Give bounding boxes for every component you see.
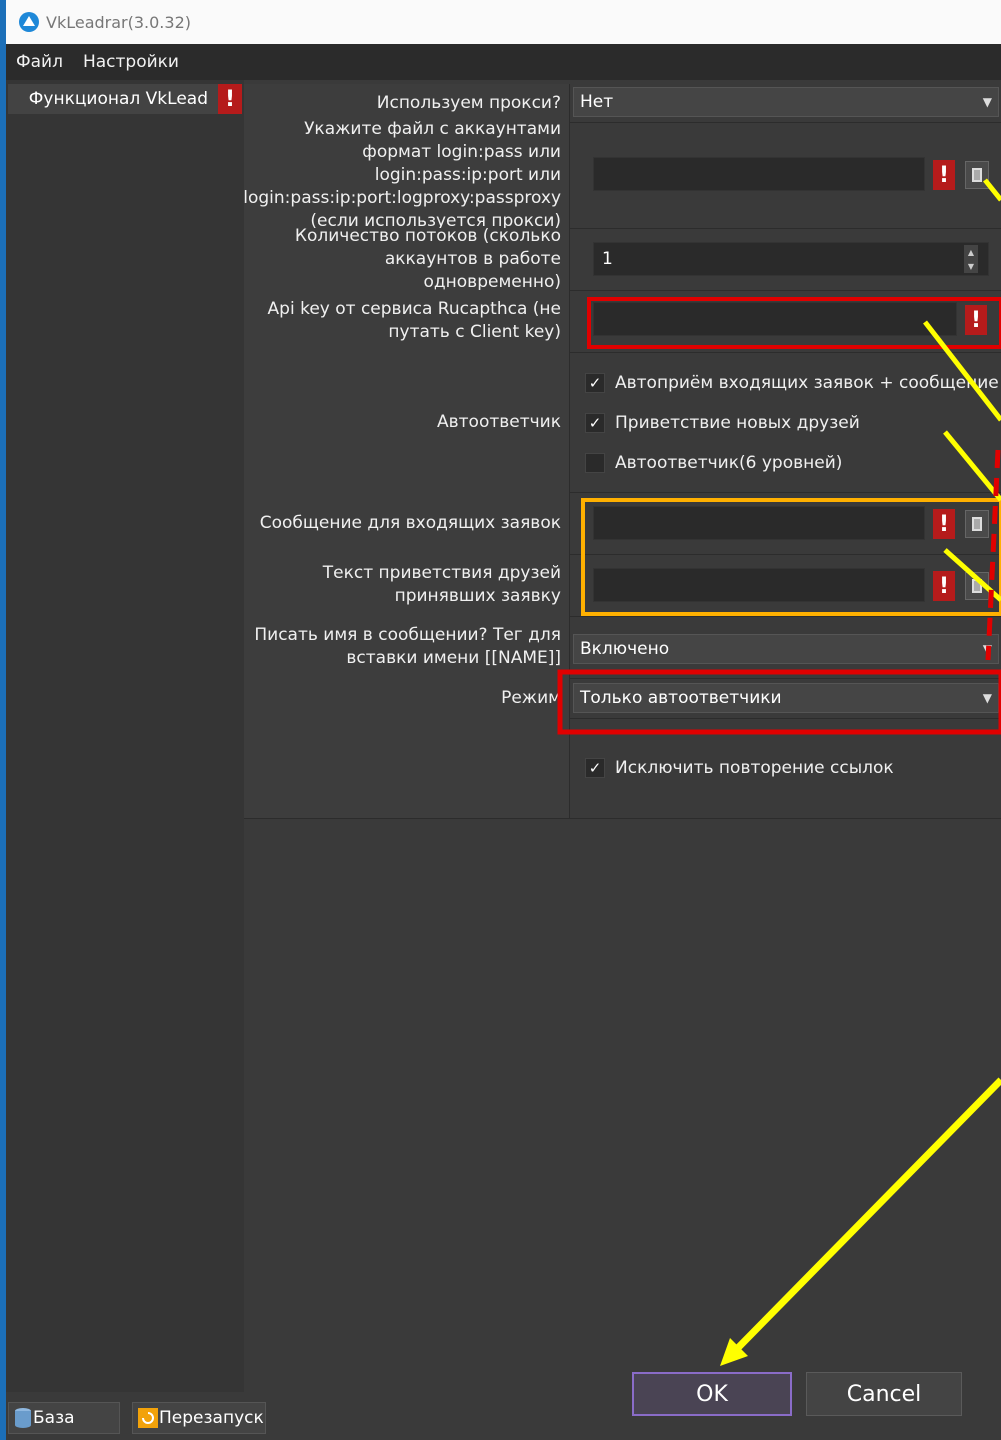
row-accounts-file: Укажите файл с аккаунтами формат login:p…: [243, 119, 1001, 231]
checkbox-exclude-links[interactable]: ✓: [585, 758, 605, 778]
row-mode: Режим Только автоответчики ▼: [244, 678, 1001, 719]
folder-icon[interactable]: [965, 510, 989, 538]
exclamation-icon: !: [933, 509, 955, 539]
restart-icon: [138, 1408, 158, 1428]
write-name-label: Писать имя в сообщении? Тег для вставки …: [244, 616, 570, 678]
left-panel: Функционал VkLead !: [6, 80, 244, 1392]
left-item-vklead[interactable]: Функционал VkLead !: [8, 84, 242, 114]
incoming-message-label: Сообщение для входящих заявок: [244, 492, 570, 554]
exclude-links-empty-label: [244, 718, 570, 818]
threads-value: 1: [602, 249, 613, 269]
menu-settings[interactable]: Настройки: [73, 52, 189, 72]
title-bar: VkLeadrar(3.0.32): [6, 0, 1001, 44]
incoming-message-input[interactable]: [593, 506, 925, 540]
exclamation-icon: !: [218, 84, 242, 114]
window-title: VkLeadrar(3.0.32): [46, 12, 191, 32]
row-api-key: Api key от сервиса Rucapthca (не путать …: [244, 290, 1001, 353]
api-key-input[interactable]: [593, 302, 957, 336]
spin-arrows-icon[interactable]: ▲ ▼: [964, 245, 978, 273]
row-greeting-text: Текст приветствия друзей принявших заявк…: [244, 554, 1001, 617]
proxy-label: Используем прокси?: [244, 84, 570, 122]
threads-label: Количество потоков (сколько аккаунтов в …: [244, 226, 570, 292]
threads-spinbox[interactable]: 1 ▲ ▼: [593, 242, 989, 276]
row-write-name: Писать имя в сообщении? Тег для вставки …: [244, 616, 1001, 679]
chevron-down-icon: ▼: [982, 691, 992, 705]
exclamation-icon: !: [933, 571, 955, 601]
exclamation-icon: !: [965, 305, 987, 335]
proxy-select-value: Нет: [580, 92, 614, 112]
autoresponder-label: Автоответчик: [244, 352, 570, 492]
write-name-select-value: Включено: [580, 639, 670, 659]
option-exclude-links-label: Исключить повторение ссылок: [615, 758, 894, 778]
chevron-down-icon: ▼: [982, 642, 992, 656]
ok-button[interactable]: OK: [632, 1372, 792, 1416]
option-greet-friends-label: Приветствие новых друзей: [615, 413, 860, 433]
mode-select-value: Только автоответчики: [580, 688, 782, 708]
proxy-select[interactable]: Нет ▼: [573, 87, 999, 117]
row-autoresponder: Автоответчик ✓ Автоприём входящих заявок…: [244, 352, 1001, 493]
left-item-label: Функционал VkLead: [28, 89, 208, 109]
row-incoming-message: Сообщение для входящих заявок !: [244, 492, 1001, 555]
cancel-button[interactable]: Cancel: [806, 1372, 962, 1416]
menu-file[interactable]: Файл: [6, 52, 73, 72]
folder-icon[interactable]: [965, 161, 989, 189]
settings-form: Используем прокси? Нет ▼ Укажите файл с …: [243, 84, 1001, 1392]
option-autoresponder-6-label: Автоответчик(6 уровней): [615, 453, 843, 473]
app-logo-icon: [19, 12, 39, 32]
restart-button-label: Перезапуск: [159, 1408, 264, 1428]
option-exclude-links[interactable]: ✓ Исключить повторение ссылок: [585, 758, 894, 778]
base-button-label: База: [33, 1408, 75, 1428]
menu-bar: Файл Настройки: [6, 44, 1001, 80]
base-button[interactable]: База: [8, 1402, 120, 1434]
exclamation-icon: !: [933, 160, 955, 190]
row-threads: Количество потоков (сколько аккаунтов в …: [244, 226, 1001, 292]
mode-label: Режим: [244, 678, 570, 718]
chevron-down-icon: ▼: [982, 95, 992, 109]
greeting-text-input[interactable]: [593, 568, 925, 602]
write-name-select[interactable]: Включено ▼: [573, 634, 999, 664]
accounts-file-label: Укажите файл с аккаунтами формат login:p…: [243, 119, 570, 231]
checkbox-autoresponder-6[interactable]: [585, 453, 605, 473]
database-icon: [15, 1408, 31, 1428]
option-auto-accept[interactable]: ✓ Автоприём входящих заявок + сообщение: [585, 373, 999, 393]
dialog-buttons: OK Cancel: [614, 1358, 966, 1422]
folder-icon[interactable]: [965, 572, 989, 600]
checkbox-auto-accept[interactable]: ✓: [585, 373, 605, 393]
option-autoresponder-6[interactable]: Автоответчик(6 уровней): [585, 453, 842, 473]
option-auto-accept-label: Автоприём входящих заявок + сообщение: [615, 373, 999, 393]
checkbox-greet-friends[interactable]: ✓: [585, 413, 605, 433]
api-key-label: Api key от сервиса Rucapthca (не путать …: [244, 290, 570, 352]
accounts-file-input[interactable]: [593, 157, 925, 191]
greeting-text-label: Текст приветствия друзей принявших заявк…: [244, 554, 570, 616]
row-exclude-links: ✓ Исключить повторение ссылок: [244, 718, 1001, 819]
option-greet-friends[interactable]: ✓ Приветствие новых друзей: [585, 413, 860, 433]
mode-select[interactable]: Только автоответчики ▼: [573, 683, 999, 713]
restart-button[interactable]: Перезапуск: [132, 1402, 266, 1434]
